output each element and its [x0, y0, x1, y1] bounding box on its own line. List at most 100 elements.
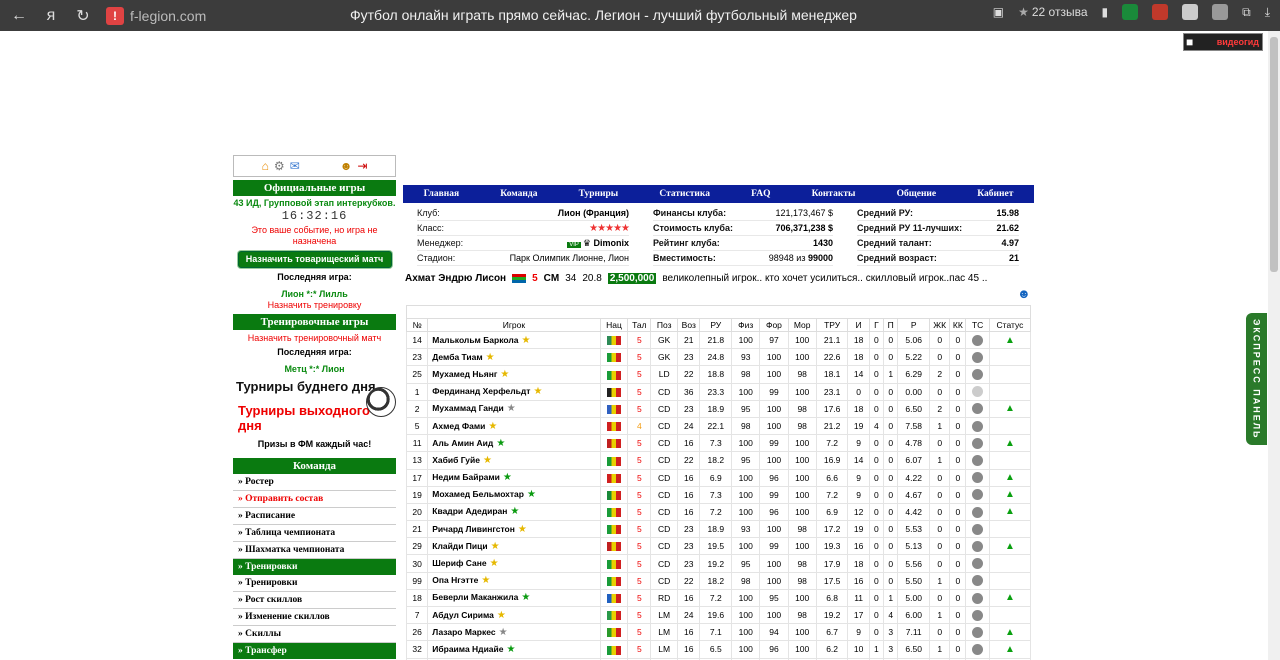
address-bar[interactable]: ! f-legion.com — [106, 6, 206, 25]
bookmark-icon[interactable]: ▮ — [1102, 5, 1109, 19]
training-status[interactable] — [965, 330, 990, 350]
nav-item[interactable]: Кабинет — [977, 189, 1013, 199]
training-status[interactable] — [965, 537, 990, 556]
player-name[interactable]: Фердинанд Херфельдт ★ — [427, 382, 601, 401]
table-row[interactable]: 23 Демба Тиам ★ 5 GK 23 24.8 93 100 100 22.6 18 0 0 5.… — [405, 348, 1032, 367]
player-name[interactable]: Лазаро Маркес ★ — [427, 623, 601, 642]
training-status[interactable] — [965, 399, 990, 418]
table-row[interactable]: 99 Опа Нгэтте ★ 5 CD 22 18.2 98 100 98 17.5 16 0 0 5.5… — [405, 571, 1032, 590]
menu-item[interactable]: » Расписание — [233, 508, 396, 525]
settings-icon[interactable]: ⚙ — [274, 159, 285, 173]
download-icon[interactable]: ⤓ — [1265, 5, 1270, 20]
training-status[interactable] — [965, 520, 990, 539]
player-name[interactable]: Недим Байрами ★ — [427, 468, 601, 487]
training-status[interactable] — [965, 554, 990, 573]
training-status[interactable] — [965, 348, 990, 367]
table-row[interactable]: 20 Квадри Адедиран ★ 5 CD 16 7.2 100 96 100 6.9 12 0… — [405, 502, 1032, 522]
player-name[interactable]: Ричард Ливингстон ★ — [427, 520, 601, 539]
table-row[interactable]: 25 Мухамед Ньянг ★ 5 LD 22 18.8 98 100 98 18.1 14 0 1… — [405, 365, 1032, 384]
training-status[interactable] — [965, 468, 990, 487]
training-status[interactable] — [965, 365, 990, 384]
player-name[interactable]: Опа Нгэтте ★ — [427, 571, 601, 590]
home-icon[interactable]: ⌂ — [262, 159, 269, 173]
manager-name[interactable]: Dimonix — [593, 238, 629, 248]
train-link[interactable]: Назначить тренировку — [233, 300, 396, 311]
training-status[interactable] — [965, 571, 990, 590]
menu-item[interactable]: » Таблица чемпионата — [233, 525, 396, 542]
column-header[interactable]: ТС — [965, 318, 990, 332]
friendly-match-button[interactable]: Назначить товарищеский матч — [237, 251, 392, 268]
column-header[interactable]: ТРУ — [815, 318, 849, 332]
column-header[interactable]: Тал — [627, 318, 652, 332]
express-panel-tab[interactable]: ЭКСПРЕСС ПАНЕЛЬ — [1246, 313, 1267, 445]
table-row[interactable]: 2 Мухаммад Ганди ★ 5 CD 23 18.9 95 100 98 17.6 18 0 0… — [405, 399, 1032, 418]
column-header[interactable]: РУ — [699, 318, 733, 332]
player-name[interactable]: Мохамед Бельмохтар ★ — [427, 485, 601, 504]
training-status[interactable] — [965, 382, 990, 401]
table-row[interactable]: 5 Ахмед Фами ★ 4 CD 24 22.1 98 100 98 21.2 19 4 0 7.58… — [405, 416, 1032, 436]
table-row[interactable]: 7 Абдул Сирима ★ 5 LM 24 19.6 100 100 98 19.2 17 0 4 6… — [405, 605, 1032, 625]
reviews-button[interactable]: ★ 22 отзыва — [1018, 5, 1087, 19]
training-status[interactable] — [965, 434, 990, 453]
column-header[interactable]: Игрок — [427, 318, 601, 332]
menu-item[interactable]: » Тренировки — [233, 559, 396, 575]
menu-item[interactable]: » Скиллы — [233, 626, 396, 643]
extension-shield-icon[interactable] — [1122, 4, 1139, 20]
scroll-thumb[interactable] — [1270, 37, 1278, 272]
player-name[interactable]: Малькольм Баркола ★ — [427, 330, 601, 350]
yandex-icon[interactable]: я — [38, 3, 64, 29]
tournaments-banner[interactable]: Турниры буднего дня Турниры выходного дн… — [236, 379, 396, 435]
menu-item[interactable]: » Тренировки — [233, 575, 396, 592]
table-row[interactable]: 26 Лазаро Маркес ★ 5 LM 16 7.1 100 94 100 6.7 9 0 3 7.… — [405, 623, 1032, 642]
table-row[interactable]: 21 Ричард Ливингстон ★ 5 CD 23 18.9 93 100 98 17.2… — [405, 520, 1032, 539]
nav-item[interactable]: FAQ — [751, 189, 770, 199]
player-name[interactable]: Демба Тиам ★ — [427, 348, 601, 367]
column-header[interactable]: П — [883, 318, 899, 332]
nav-item[interactable]: Турниры — [579, 189, 619, 199]
column-header[interactable]: КК — [949, 318, 967, 332]
collections-icon[interactable]: ⧉ — [1242, 5, 1251, 20]
column-header[interactable]: Фор — [759, 318, 789, 332]
last-game-link[interactable]: Лион *:* Лилль — [233, 289, 396, 300]
menu-item[interactable]: » Шахматка чемпионата — [233, 542, 396, 559]
column-header[interactable]: Поз — [650, 318, 679, 332]
table-row[interactable]: 30 Шериф Сане ★ 5 CD 23 19.2 95 100 98 17.9 18 0 0 5.5… — [405, 554, 1032, 573]
training-status[interactable] — [965, 451, 990, 470]
table-row[interactable]: 14 Малькольм Баркола ★ 5 GK 21 21.8 100 97 100 21.… — [405, 330, 1032, 350]
player-name[interactable]: Абдул Сирима ★ — [427, 605, 601, 625]
nav-item[interactable]: Команда — [500, 189, 537, 199]
extension-puzzle-icon[interactable] — [1212, 4, 1229, 20]
transfer-ticker[interactable]: Ахмат Эндрю Лисон 5 CM 34 20.8 2,500,000… — [403, 270, 1034, 287]
column-header[interactable]: Физ — [731, 318, 761, 332]
video-guide-logo[interactable]: ■ видеогид — [1183, 33, 1263, 51]
player-name[interactable]: Ибраима Ндиайе ★ — [427, 640, 601, 659]
logout-icon[interactable]: ⇥ — [357, 159, 367, 173]
table-row[interactable]: 1 Фердинанд Херфельдт ★ 5 CD 36 23.3 100 99 100 23… — [405, 382, 1032, 401]
table-row[interactable]: 17 Недим Байрами ★ 5 CD 16 6.9 100 96 100 6.6 9 0 0 4.… — [405, 468, 1032, 487]
column-header[interactable]: Воз — [677, 318, 701, 332]
reload-icon[interactable]: ↻ — [70, 3, 96, 29]
column-header[interactable]: Нац — [599, 318, 629, 332]
menu-item[interactable]: » Трансфер — [233, 643, 396, 659]
column-header[interactable]: Статус — [988, 318, 1032, 332]
player-name[interactable]: Ахмед Фами ★ — [427, 416, 601, 436]
training-status[interactable] — [965, 605, 990, 625]
nav-item[interactable]: Контакты — [812, 189, 856, 199]
table-row[interactable]: 18 Беверли Маканжила ★ 5 RD 16 7.2 100 95 100 6.8 1… — [405, 588, 1032, 608]
table-row[interactable]: 13 Хабиб Гуйе ★ 5 CD 22 18.2 95 100 100 16.9 14 0 0 6.… — [405, 451, 1032, 470]
player-name[interactable]: Хабиб Гуйе ★ — [427, 451, 601, 470]
mail-icon[interactable]: ✉ — [290, 159, 300, 173]
training-status[interactable] — [965, 640, 990, 659]
player-name[interactable]: Мухаммад Ганди ★ — [427, 399, 601, 418]
player-name[interactable]: Квадри Адедиран ★ — [427, 502, 601, 522]
table-row[interactable]: 11 Аль Амин Аид ★ 5 CD 16 7.3 100 99 100 7.2 9 0 0 4.7… — [405, 434, 1032, 453]
training-status[interactable] — [965, 416, 990, 436]
column-header[interactable]: Г — [868, 318, 885, 332]
training-status[interactable] — [965, 588, 990, 608]
training-status[interactable] — [965, 502, 990, 522]
nav-item[interactable]: Главная — [424, 189, 460, 199]
train-match-link[interactable]: Назначить тренировочный матч — [233, 333, 396, 344]
column-header[interactable]: И — [847, 318, 870, 332]
last-game-link-2[interactable]: Метц *:* Лион — [233, 364, 396, 375]
column-header[interactable]: Мор — [787, 318, 817, 332]
